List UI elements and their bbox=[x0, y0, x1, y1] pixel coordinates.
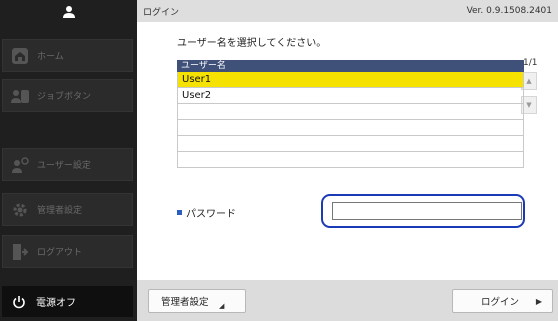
bullet-square-icon bbox=[177, 210, 182, 215]
power-icon bbox=[2, 295, 36, 309]
password-input[interactable] bbox=[332, 202, 522, 220]
corner-arrow-icon: ◢ bbox=[219, 302, 225, 310]
power-off-button[interactable]: 電源オフ bbox=[2, 286, 133, 317]
table-row[interactable] bbox=[177, 104, 524, 120]
password-label-text: パスワード bbox=[186, 209, 236, 220]
sidebar-item-home[interactable]: ホーム bbox=[2, 39, 133, 72]
instruction-text: ユーザー名を選択してください。 bbox=[177, 38, 327, 49]
admin-settings-label: 管理者設定 bbox=[161, 297, 209, 308]
gear-icon bbox=[3, 202, 37, 218]
table-row[interactable]: User1 bbox=[177, 72, 524, 88]
user-table: ユーザー名 User1 User2 bbox=[177, 60, 524, 168]
login-label: ログイン bbox=[481, 297, 520, 308]
login-button[interactable]: ログイン ▶ bbox=[452, 289, 553, 313]
table-row[interactable] bbox=[177, 136, 524, 152]
main-panel: ログイン Ver. 0.9.1508.2401 ユーザー名を選択してください。 … bbox=[137, 0, 558, 321]
triangle-down-icon: ▼ bbox=[526, 101, 532, 109]
password-label: パスワード bbox=[177, 205, 236, 220]
user-settings-icon bbox=[3, 156, 37, 174]
title-bar: ログイン Ver. 0.9.1508.2401 bbox=[137, 0, 558, 22]
triangle-up-icon: ▲ bbox=[526, 77, 532, 85]
sidebar-item-label: ログアウト bbox=[37, 248, 83, 258]
sidebar-item-admin-settings[interactable]: 管理者設定 bbox=[2, 193, 133, 226]
user-icon bbox=[0, 0, 137, 24]
home-icon bbox=[3, 47, 37, 65]
job-button-icon bbox=[3, 87, 37, 105]
admin-settings-button[interactable]: 管理者設定 ◢ bbox=[148, 289, 246, 313]
sidebar-item-job-button[interactable]: ジョブボタン bbox=[2, 79, 133, 112]
bottom-bar: 管理者設定 ◢ ログイン ▶ bbox=[137, 280, 558, 321]
sidebar-item-label: ユーザー設定 bbox=[37, 161, 91, 171]
sidebar-item-label: ジョブボタン bbox=[37, 92, 92, 102]
sidebar-item-logout[interactable]: ログアウト bbox=[2, 235, 133, 268]
table-row[interactable] bbox=[177, 152, 524, 168]
table-header: ユーザー名 bbox=[177, 60, 524, 72]
page-title: ログイン bbox=[143, 7, 180, 18]
power-off-label: 電源オフ bbox=[36, 298, 76, 309]
table-row[interactable]: User2 bbox=[177, 88, 524, 104]
sidebar-item-label: ホーム bbox=[37, 52, 64, 62]
play-arrow-icon: ▶ bbox=[535, 296, 542, 306]
sidebar-item-user-settings[interactable]: ユーザー設定 bbox=[2, 148, 133, 181]
logout-icon bbox=[3, 243, 37, 261]
table-row[interactable] bbox=[177, 120, 524, 136]
page-indicator: 1/1 bbox=[523, 58, 538, 68]
sidebar-item-label: 管理者設定 bbox=[37, 206, 83, 216]
sidebar: ホーム ジョブボタン ユーザー設定 管理者設定 ログアウト 電源オフ bbox=[0, 0, 137, 321]
version-label: Ver. 0.9.1508.2401 bbox=[466, 6, 552, 16]
